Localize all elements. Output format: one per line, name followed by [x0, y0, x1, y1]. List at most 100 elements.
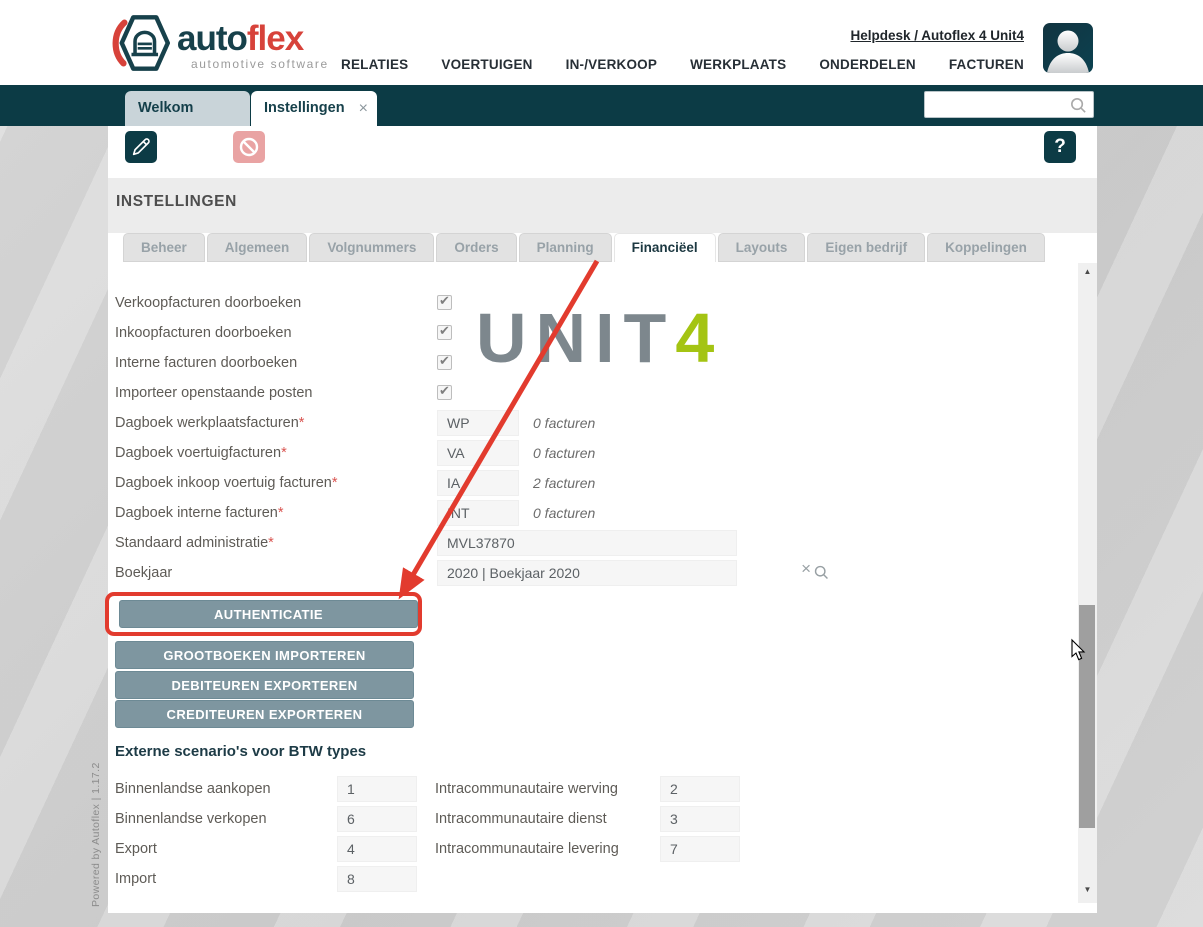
- field-label: Dagboek interne facturen: [115, 505, 278, 521]
- field-label: Binnenlandse verkopen: [115, 804, 267, 834]
- form-row: Dagboek voertuigfacturen* VA 0 facturen: [108, 438, 1078, 468]
- clear-icon[interactable]: ×: [801, 559, 811, 579]
- nav-werkplaats[interactable]: WERKPLAATS: [690, 57, 786, 72]
- field-label: Inkoopfacturen doorboeken: [115, 318, 292, 348]
- cancel-button[interactable]: [233, 131, 265, 163]
- settings-tab-algemeen[interactable]: Algemeen: [207, 233, 308, 262]
- invoice-count-note: 0 facturen: [533, 498, 595, 528]
- required-asterisk: *: [281, 445, 287, 461]
- nav-facturen[interactable]: FACTUREN: [949, 57, 1024, 72]
- required-asterisk: *: [332, 475, 338, 491]
- field-label: Importeer openstaande posten: [115, 378, 313, 408]
- window-tab-welkom[interactable]: Welkom: [125, 91, 250, 126]
- window-tab-instellingen[interactable]: Instellingen ×: [251, 91, 377, 126]
- input-intracommunautaire-levering[interactable]: 7: [660, 836, 740, 862]
- debiteuren-exporteren-button[interactable]: DEBITEUREN EXPORTEREN: [115, 671, 414, 699]
- input-intracommunautaire-werving[interactable]: 2: [660, 776, 740, 802]
- pencil-icon: [130, 136, 152, 158]
- check-icon: ✔: [439, 293, 450, 309]
- field-label: Import: [115, 864, 156, 894]
- nav-onderdelen[interactable]: ONDERDELEN: [819, 57, 916, 72]
- input-standaard-administratie[interactable]: MVL37870: [437, 530, 737, 556]
- input-dagboek-werkplaats[interactable]: WP: [437, 410, 519, 436]
- checkbox-openstaande-posten[interactable]: ✔: [437, 385, 452, 400]
- field-label: Verkoopfacturen doorboeken: [115, 288, 301, 318]
- input-dagboek-inkoop-voertuig[interactable]: IA: [437, 470, 519, 496]
- field-label: Intracommunautaire werving: [435, 774, 618, 804]
- input-binnenlandse-aankopen[interactable]: 1: [337, 776, 417, 802]
- input-binnenlandse-verkopen[interactable]: 6: [337, 806, 417, 832]
- authenticatie-button[interactable]: AUTHENTICATIE: [119, 600, 418, 628]
- required-asterisk: *: [268, 535, 274, 551]
- scrollbar-thumb[interactable]: [1079, 605, 1095, 828]
- input-intracommunautaire-dienst[interactable]: 3: [660, 806, 740, 832]
- settings-tab-financieel[interactable]: Financiëel: [614, 233, 716, 262]
- invoice-count-note: 0 facturen: [533, 438, 595, 468]
- nav-in-verkoop[interactable]: IN-/VERKOOP: [566, 57, 657, 72]
- form-row: Binnenlandse aankopen 1 Intracommunautai…: [108, 774, 1078, 804]
- help-button[interactable]: ?: [1044, 131, 1076, 163]
- field-label: Interne facturen doorboeken: [115, 348, 297, 378]
- field-label: Intracommunautaire levering: [435, 834, 619, 864]
- app-header: autoflex automotive software RELATIES VO…: [0, 0, 1203, 85]
- check-icon: ✔: [439, 353, 450, 369]
- edit-button[interactable]: [125, 131, 157, 163]
- field-label: Dagboek inkoop voertuig facturen: [115, 475, 332, 491]
- input-export[interactable]: 4: [337, 836, 417, 862]
- required-asterisk: *: [278, 505, 284, 521]
- lookup-icon[interactable]: [813, 564, 830, 581]
- btw-section-heading: Externe scenario's voor BTW types: [115, 743, 366, 760]
- scroll-down-arrow-icon[interactable]: ▼: [1078, 883, 1097, 897]
- form-row: Import 8: [108, 864, 1078, 894]
- checkbox-inkoopfacturen[interactable]: ✔: [437, 325, 452, 340]
- field-label: Boekjaar: [115, 558, 172, 588]
- search-input[interactable]: [931, 93, 1066, 116]
- field-label: Binnenlandse aankopen: [115, 774, 271, 804]
- settings-tab-beheer[interactable]: Beheer: [123, 233, 205, 262]
- close-tab-icon[interactable]: ×: [359, 91, 368, 126]
- input-import[interactable]: 8: [337, 866, 417, 892]
- main-nav: RELATIES VOERTUIGEN IN-/VERKOOP WERKPLAA…: [341, 57, 1024, 72]
- scroll-up-arrow-icon[interactable]: ▲: [1078, 265, 1097, 279]
- settings-tab-layouts[interactable]: Layouts: [718, 233, 806, 262]
- settings-form: Verkoopfacturen doorboeken ✔ Inkoopfactu…: [108, 262, 1078, 913]
- invoice-count-note: 0 facturen: [533, 408, 595, 438]
- check-icon: ✔: [439, 383, 450, 399]
- page: autoflex automotive software RELATIES VO…: [0, 0, 1203, 927]
- check-icon: ✔: [439, 323, 450, 339]
- account-link[interactable]: Helpdesk / Autoflex 4 Unit4: [850, 28, 1024, 43]
- settings-tab-volgnummers[interactable]: Volgnummers: [309, 233, 434, 262]
- invoice-count-note: 2 facturen: [533, 468, 595, 498]
- search-icon[interactable]: [1069, 96, 1088, 115]
- field-label: Dagboek werkplaatsfacturen: [115, 415, 299, 431]
- vertical-scrollbar: ▲ ▼: [1078, 263, 1097, 903]
- settings-tab-orders[interactable]: Orders: [436, 233, 516, 262]
- form-row: Dagboek interne facturen* INT 0 facturen: [108, 498, 1078, 528]
- settings-tabs: Beheer Algemeen Volgnummers Orders Plann…: [123, 233, 1045, 262]
- nav-voertuigen[interactable]: VOERTUIGEN: [441, 57, 532, 72]
- autoflex-hexagon-icon: [112, 12, 174, 74]
- nav-relaties[interactable]: RELATIES: [341, 57, 408, 72]
- required-asterisk: *: [299, 415, 305, 431]
- checkbox-verkoopfacturen[interactable]: ✔: [437, 295, 452, 310]
- settings-tab-eigen-bedrijf[interactable]: Eigen bedrijf: [807, 233, 925, 262]
- form-row: Export 4 Intracommunautaire levering 7: [108, 834, 1078, 864]
- prohibition-icon: [237, 135, 261, 159]
- page-title: INSTELLINGEN: [116, 193, 237, 211]
- input-dagboek-voertuig[interactable]: VA: [437, 440, 519, 466]
- crediteuren-exporteren-button[interactable]: CREDITEUREN EXPORTEREN: [115, 700, 414, 728]
- checkbox-interne-facturen[interactable]: ✔: [437, 355, 452, 370]
- content-panel: ? INSTELLINGEN Beheer Algemeen Volgnumme…: [108, 126, 1097, 913]
- settings-tab-koppelingen[interactable]: Koppelingen: [927, 233, 1045, 262]
- field-label: Dagboek voertuigfacturen: [115, 445, 281, 461]
- input-dagboek-interne[interactable]: INT: [437, 500, 519, 526]
- input-boekjaar[interactable]: 2020 | Boekjaar 2020: [437, 560, 737, 586]
- unit4-logo: UNIT4: [476, 298, 714, 378]
- form-row: Standaard administratie* MVL37870: [108, 528, 1078, 558]
- form-row: Dagboek werkplaatsfacturen* WP 0 facture…: [108, 408, 1078, 438]
- settings-tab-planning[interactable]: Planning: [519, 233, 612, 262]
- field-label: Standaard administratie: [115, 535, 268, 551]
- avatar[interactable]: [1043, 23, 1093, 73]
- powered-by-version: Powered by Autoflex | 1.17.2: [90, 695, 102, 907]
- grootboeken-importeren-button[interactable]: GROOTBOEKEN IMPORTEREN: [115, 641, 414, 669]
